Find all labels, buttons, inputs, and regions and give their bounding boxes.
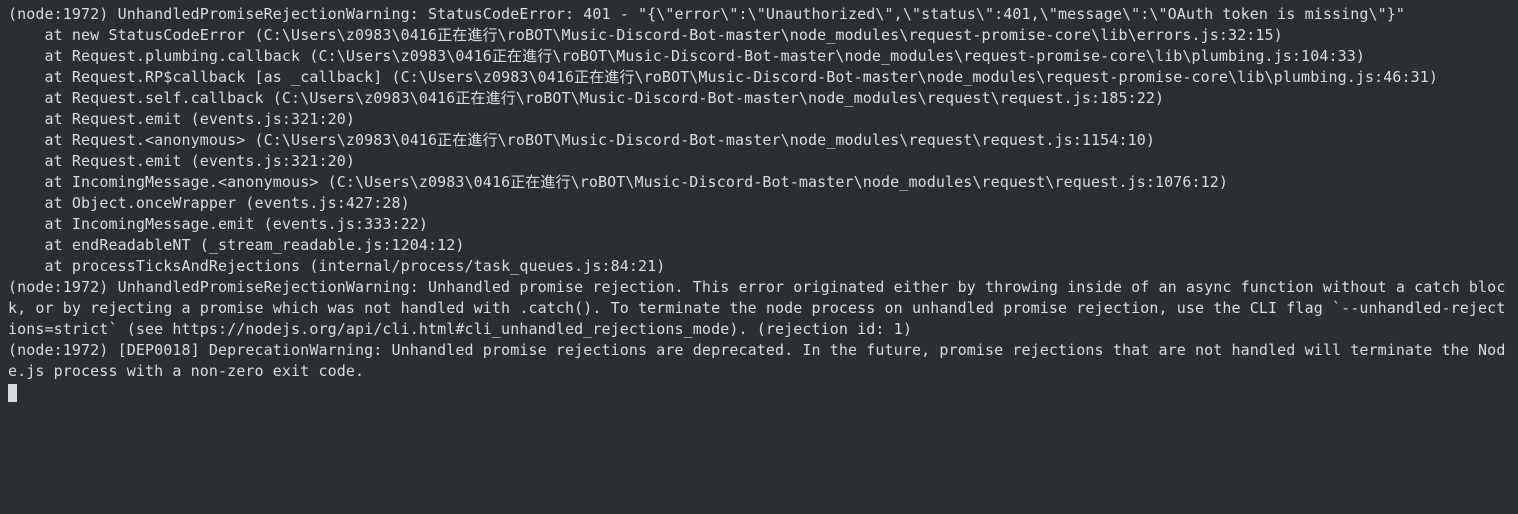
terminal-output[interactable]: (node:1972) UnhandledPromiseRejectionWar…: [0, 0, 1518, 514]
terminal-line: at Request.emit (events.js:321:20): [8, 152, 355, 170]
terminal-line: at Request.RP$callback [as _callback] (C…: [8, 68, 1438, 86]
terminal-line: (node:1972) UnhandledPromiseRejectionWar…: [8, 5, 1405, 23]
terminal-line: at processTicksAndRejections (internal/p…: [8, 257, 665, 275]
terminal-line: at endReadableNT (_stream_readable.js:12…: [8, 236, 465, 254]
terminal-line: at Request.emit (events.js:321:20): [8, 110, 355, 128]
terminal-line: at IncomingMessage.<anonymous> (C:\Users…: [8, 173, 1228, 191]
terminal-line: at Request.plumbing.callback (C:\Users\z…: [8, 47, 1365, 65]
terminal-line: at Request.self.callback (C:\Users\z0983…: [8, 89, 1164, 107]
terminal-line: (node:1972) [DEP0018] DeprecationWarning…: [8, 341, 1505, 380]
terminal-line: (node:1972) UnhandledPromiseRejectionWar…: [8, 278, 1505, 338]
terminal-line: at IncomingMessage.emit (events.js:333:2…: [8, 215, 428, 233]
terminal-line: at Request.<anonymous> (C:\Users\z0983\0…: [8, 131, 1155, 149]
terminal-line: at new StatusCodeError (C:\Users\z0983\0…: [8, 26, 1283, 44]
terminal-cursor: [8, 384, 17, 402]
terminal-line: at Object.onceWrapper (events.js:427:28): [8, 194, 410, 212]
